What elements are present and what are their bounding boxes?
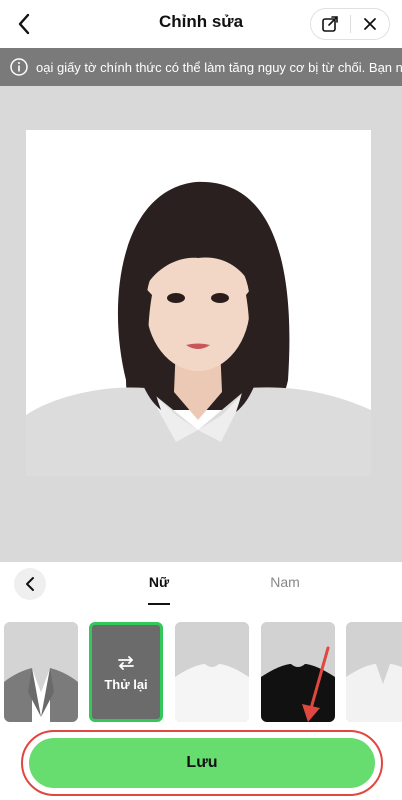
tab-female[interactable]: Nữ (148, 574, 170, 590)
chevron-left-icon (26, 577, 34, 591)
tab-male[interactable]: Nam (268, 574, 302, 590)
save-button[interactable]: Lưu (29, 738, 375, 788)
portrait-photo (26, 130, 371, 476)
photo-canvas (0, 86, 402, 562)
notice-banner: oại giấy tờ chính thức có thể làm tăng n… (0, 48, 402, 86)
close-button[interactable] (351, 9, 390, 39)
blazer-icon (4, 622, 78, 722)
outfit-retry-selected[interactable]: Thử lại (89, 622, 163, 722)
outfit-sheet: Nữ Nam Thử lại Lưu (0, 562, 402, 800)
portrait-image (26, 181, 371, 476)
white-vneck-icon (346, 622, 402, 722)
notice-text: oại giấy tờ chính thức có thể làm tăng n… (36, 59, 402, 75)
active-tab-indicator (148, 603, 170, 605)
swap-icon (118, 656, 134, 670)
white-tshirt-icon (175, 622, 249, 722)
outfit-white-tshirt[interactable] (175, 622, 249, 722)
annotation-arrow-icon (302, 646, 330, 722)
editor-screen: Chỉnh sửa oại giấy tờ chính thức có thể … (0, 0, 402, 800)
header-actions (310, 8, 390, 40)
retry-overlay: Thử lại (92, 655, 160, 692)
collapse-button[interactable] (14, 568, 46, 600)
outfit-list: Thử lại (0, 622, 402, 724)
share-icon (322, 16, 339, 32)
share-button[interactable] (311, 9, 350, 39)
retry-label: Thử lại (104, 677, 148, 692)
outfit-grey-blazer[interactable] (4, 622, 78, 722)
close-icon (363, 18, 376, 30)
gender-tabs: Nữ Nam (0, 562, 402, 606)
outfit-white-vneck[interactable] (346, 622, 402, 722)
top-bar: Chỉnh sửa (0, 0, 402, 48)
save-highlight: Lưu (21, 730, 383, 796)
info-icon (10, 58, 28, 76)
